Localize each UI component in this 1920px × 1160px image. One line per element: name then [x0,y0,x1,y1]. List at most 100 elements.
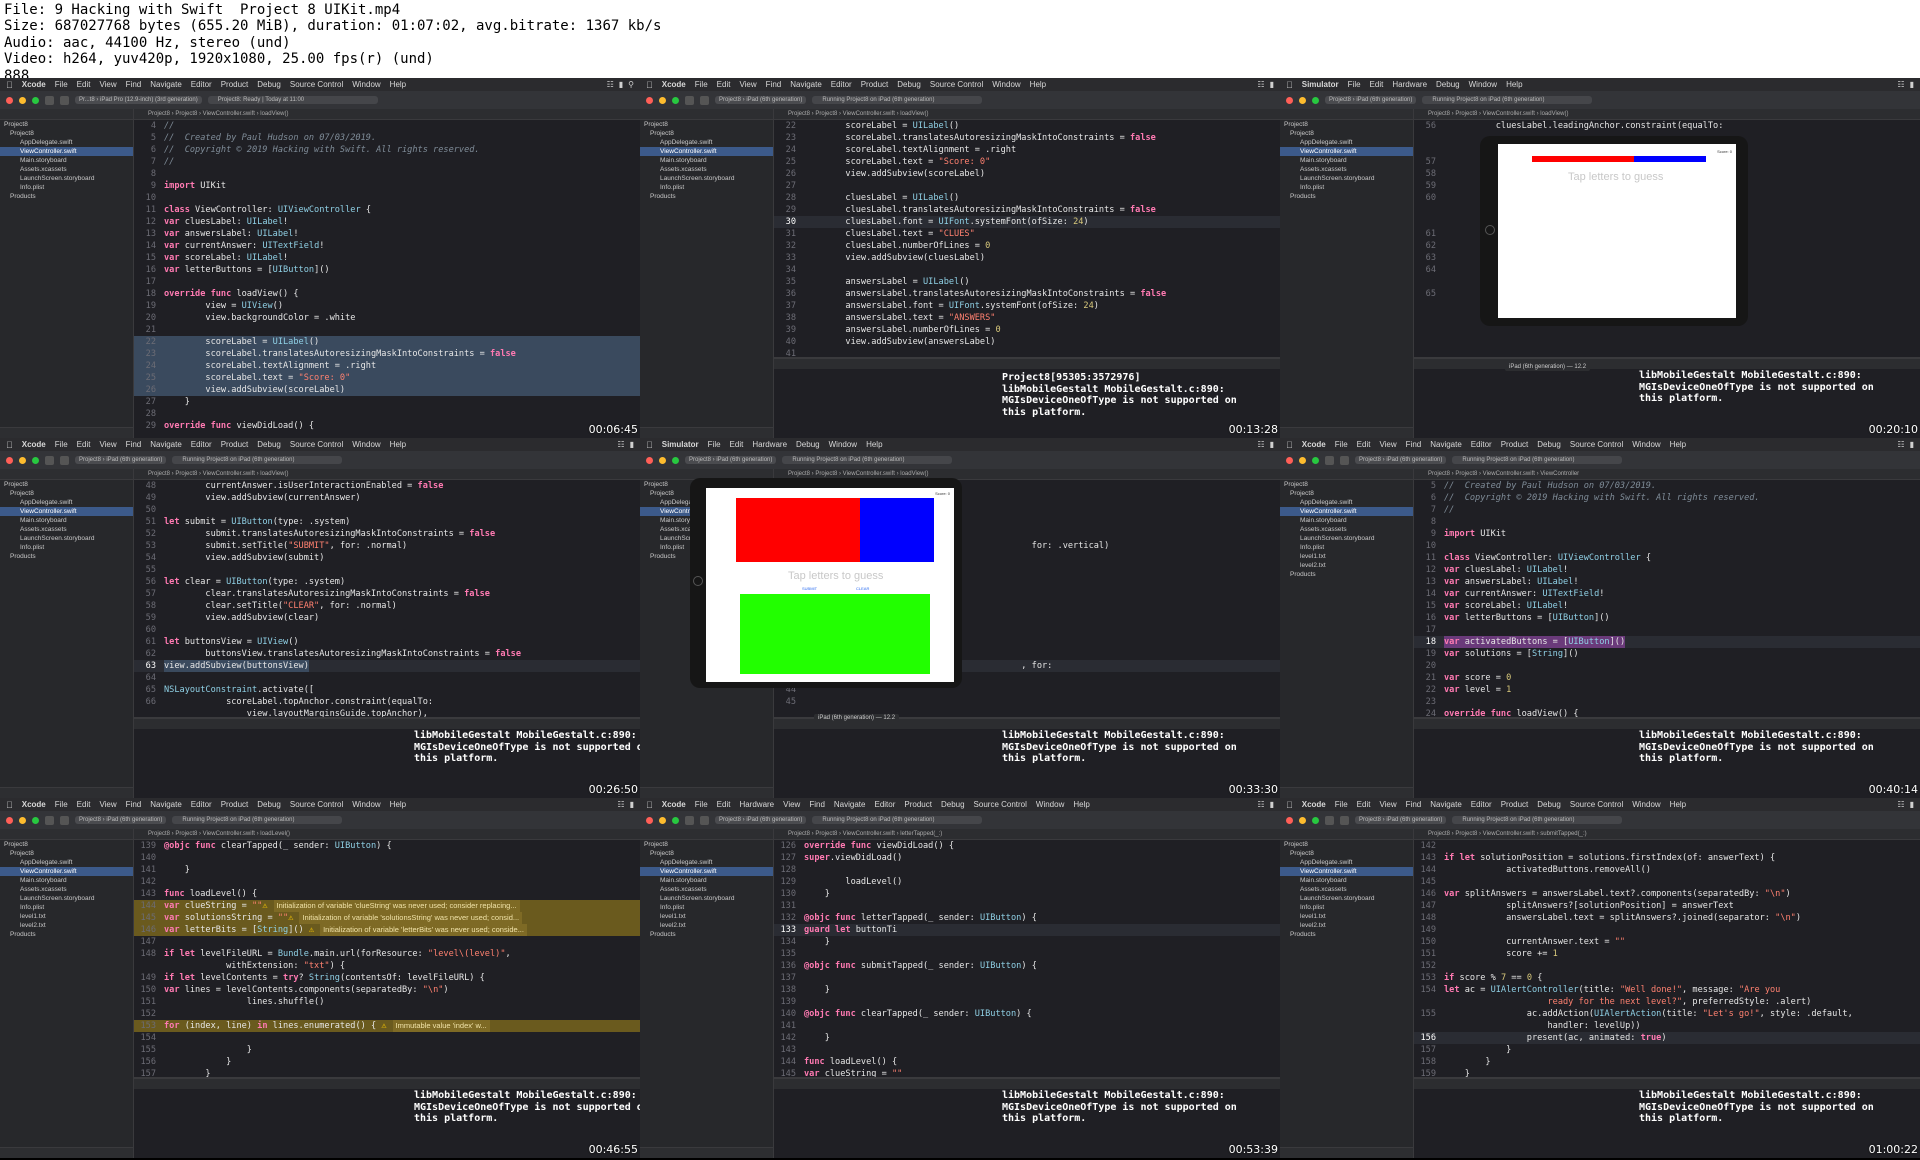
navigator-tabs[interactable] [0,829,133,840]
nav-item[interactable]: Project8 [0,489,133,498]
nav-item[interactable]: level1.txt [1280,552,1413,561]
menu-window[interactable]: Window [352,440,380,449]
nav-item[interactable]: Project8 [1280,129,1413,138]
zoom-window-button[interactable] [32,456,39,464]
nav-item[interactable]: Main.storyboard [1280,516,1413,525]
nav-item[interactable]: Project8 [640,849,773,858]
code-editor[interactable]: Project8 › Project8 › ViewController.swi… [774,829,1280,1079]
nav-item[interactable]: Assets.xcassets [1280,885,1413,894]
menu-window[interactable]: Window [1632,800,1660,809]
nav-item[interactable]: level2.txt [1280,561,1413,570]
menu-file[interactable]: File [1335,440,1348,449]
menu-source-control[interactable]: Source Control [974,800,1027,809]
menu-editor[interactable]: Editor [191,440,212,449]
menu-help[interactable]: Help [1670,440,1686,449]
scheme-selector[interactable]: Project8 › iPad (6th generation) [1325,96,1417,104]
jump-bar[interactable]: Project8 › Project8 › ViewController.swi… [134,829,640,840]
debug-bar[interactable] [1414,718,1920,729]
code-editor[interactable]: Project8 › Project8 › ViewController.swi… [134,109,640,438]
menu-source-control[interactable]: Source Control [290,800,343,809]
minimize-window-button[interactable] [19,456,26,464]
stop-icon[interactable] [60,455,69,465]
menu-xcode[interactable]: Xcode [1302,800,1326,809]
nav-item[interactable]: Project8 [1280,120,1413,129]
menu-source-control[interactable]: Source Control [290,440,343,449]
jump-bar[interactable]: Project8 › Project8 › ViewController.swi… [134,469,640,480]
scheme-selector[interactable]: Project8 › iPad (6th generation) [715,816,807,824]
nav-item[interactable]: Products [640,192,773,201]
wifi-icon[interactable]: ☷ [1897,80,1904,89]
nav-item[interactable]: Project8 [1280,489,1413,498]
nav-item[interactable]: Products [1280,930,1413,939]
menu-debug[interactable]: Debug [1537,800,1561,809]
menu-window[interactable]: Window [1632,440,1660,449]
debug-console[interactable]: libMobileGestalt MobileGestalt.c:890: MGI… [774,1077,1280,1158]
zoom-window-button[interactable] [1312,456,1319,464]
wifi-icon[interactable]: ☷ [1257,80,1264,89]
menu-product[interactable]: Product [904,800,932,809]
nav-item[interactable]: Products [0,192,133,201]
menu-simulator[interactable]: Simulator [662,440,699,449]
debug-console[interactable]: libMobileGestalt MobileGestalt.c:890: MGI… [134,717,640,798]
menu-edit[interactable]: Edit [730,440,744,449]
minimize-window-button[interactable] [1299,816,1306,824]
nav-item[interactable]: Info.plist [640,903,773,912]
battery-icon[interactable]: ▮ [1910,80,1914,89]
battery-icon[interactable]: ▮ [619,80,623,89]
menu-editor[interactable]: Editor [1471,800,1492,809]
nav-item[interactable]: Main.storyboard [640,876,773,885]
nav-item[interactable]: Main.storyboard [0,516,133,525]
menu-view[interactable]: View [739,80,756,89]
nav-item[interactable]: Project8 [1280,480,1413,489]
code-lines[interactable]: 48 currentAnswer.isUserInteractionEnable… [134,480,640,719]
menu-editor[interactable]: Editor [831,80,852,89]
nav-item[interactable]: Products [1280,570,1413,579]
nav-item-selected[interactable]: ViewController.swift [640,867,773,876]
nav-item[interactable]: level1.txt [0,912,133,921]
nav-item[interactable]: Assets.xcassets [1280,165,1413,174]
menu-window[interactable]: Window [1469,80,1497,89]
menu-debug[interactable]: Debug [796,440,820,449]
menu-edit[interactable]: Edit [1357,440,1371,449]
nav-item[interactable]: AppDelegate.swift [0,858,133,867]
minimize-window-button[interactable] [1299,96,1306,104]
menu-help[interactable]: Help [1030,80,1046,89]
nav-item[interactable]: LaunchScreen.storyboard [640,174,773,183]
menu-window[interactable]: Window [1036,800,1064,809]
search-icon[interactable]: ⚲ [628,80,634,89]
menu-window[interactable]: Window [829,440,857,449]
menu-hardware[interactable]: Hardware [1392,80,1427,89]
nav-item-selected[interactable]: ViewController.swift [0,507,133,516]
menu-window[interactable]: Window [352,80,380,89]
nav-item[interactable]: level2.txt [1280,921,1413,930]
minimize-window-button[interactable] [19,96,26,104]
menu-view[interactable]: View [99,440,116,449]
scheme-selector[interactable]: Project8 › iPad (6th generation) [685,456,777,464]
menu-view[interactable]: View [783,800,800,809]
navigator-tabs[interactable] [1280,469,1413,480]
menu-product[interactable]: Product [1501,800,1529,809]
nav-item[interactable]: Project8 [640,120,773,129]
menu-edit[interactable]: Edit [1357,800,1371,809]
navigator-tabs[interactable] [0,109,133,120]
jump-bar[interactable]: Project8 › Project8 › ViewController.swi… [774,829,1280,840]
close-window-button[interactable] [6,96,13,104]
nav-item[interactable]: Assets.xcassets [0,885,133,894]
apple-icon[interactable]:  [6,80,13,90]
apple-icon[interactable]:  [646,440,653,450]
nav-item[interactable]: LaunchScreen.storyboard [0,174,133,183]
menu-window[interactable]: Window [992,80,1020,89]
scheme-selector[interactable]: Project8 › iPad (6th generation) [75,456,167,464]
nav-item[interactable]: LaunchScreen.storyboard [1280,174,1413,183]
code-lines[interactable]: 126 override func viewDidLoad() { 127 su… [774,840,1280,1079]
menu-find[interactable]: Find [126,800,142,809]
close-window-button[interactable] [6,456,13,464]
menu-file[interactable]: File [55,800,68,809]
menu-help[interactable]: Help [390,440,406,449]
simulator-screen[interactable]: Score: 0 Tap letters to guess [1498,144,1736,318]
minimize-window-button[interactable] [659,96,666,104]
play-icon[interactable] [685,815,694,825]
nav-item[interactable]: Project8 [0,129,133,138]
menu-edit[interactable]: Edit [77,440,91,449]
navigator-filter[interactable] [640,427,773,438]
